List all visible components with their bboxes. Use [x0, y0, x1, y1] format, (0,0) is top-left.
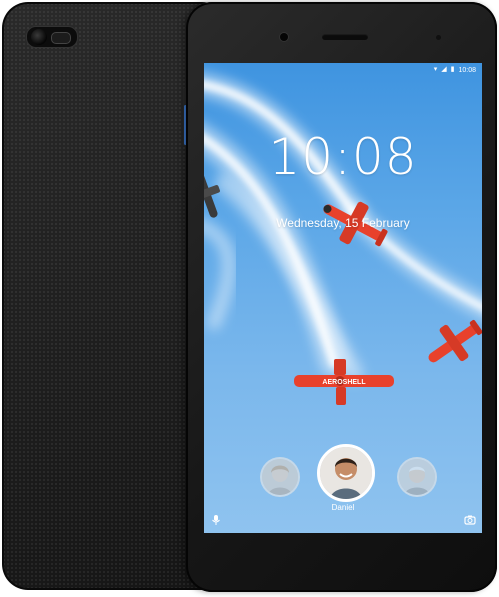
wifi-icon: ▾ [433, 66, 438, 73]
lock-screen[interactable]: AEROSHELL ▾ ◢ ▮ 10:08 10:08 Wednesday, 1… [204, 63, 482, 533]
user-avatar-left[interactable] [260, 457, 300, 497]
user-switcher: Daniel [204, 440, 482, 512]
user-avatar-right[interactable] [397, 457, 437, 497]
proximity-sensor [436, 35, 441, 40]
status-bar: ▾ ◢ ▮ 10:08 [434, 66, 476, 74]
front-camera-icon [280, 33, 288, 41]
rear-camera-lens-icon [31, 29, 47, 45]
earpiece-speaker [322, 34, 368, 40]
rear-flash-icon [51, 32, 71, 44]
plane-livery-text: AEROSHELL [322, 379, 366, 386]
lock-clock: 10:08 [268, 128, 418, 186]
status-time: 10:08 [458, 66, 476, 74]
signal-icon: ◢ [441, 66, 447, 73]
microphone-icon[interactable] [210, 514, 222, 526]
camera-icon[interactable] [464, 514, 476, 526]
plane-bottom: AEROSHELL [294, 359, 394, 405]
selected-user-name: Daniel [331, 503, 355, 512]
plane-right [428, 320, 482, 363]
rear-camera-module [26, 26, 78, 48]
user-avatar-daniel[interactable] [317, 444, 375, 502]
lock-date: Wednesday, 15 February [276, 216, 410, 230]
battery-icon: ▮ [450, 66, 455, 73]
